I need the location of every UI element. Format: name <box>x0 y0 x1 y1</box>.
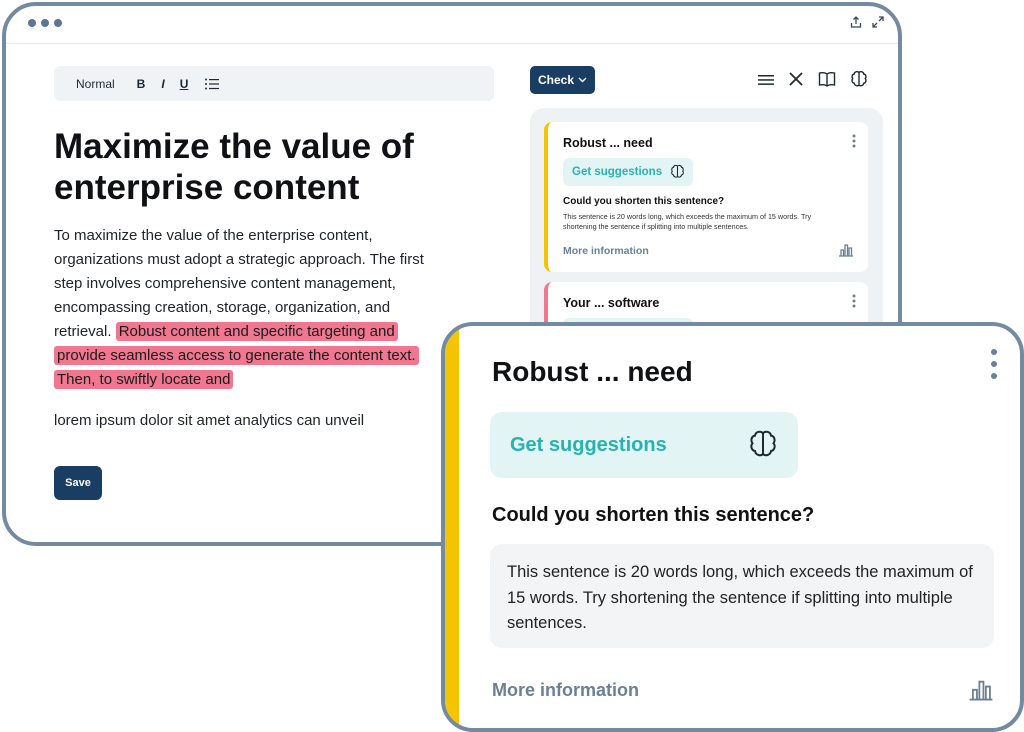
get-suggestions-button[interactable]: Get suggestions <box>563 158 693 186</box>
issue-question: Could you shorten this sentence? <box>492 504 815 526</box>
issue-title: Robust ... need <box>563 136 653 150</box>
format-toolbar: Normal B I U <box>54 66 494 101</box>
title-bar <box>6 6 898 44</box>
severity-accent <box>445 326 459 728</box>
brain-icon <box>671 164 684 178</box>
stats-button[interactable] <box>838 242 854 262</box>
close-button[interactable] <box>788 71 804 92</box>
issue-title: Robust ... need <box>492 356 693 387</box>
book-icon <box>818 72 836 87</box>
menu-icon <box>758 74 774 85</box>
document-body[interactable]: To maximize the value of the enterprise … <box>54 224 434 392</box>
kebab-icon <box>852 134 856 148</box>
panel-actions <box>758 70 868 93</box>
issue-card[interactable]: Robust ... need Get suggestions Could yo… <box>544 122 868 272</box>
expand-icon[interactable] <box>872 16 884 28</box>
check-button[interactable]: Check <box>530 66 595 94</box>
stage: Normal B I U Maximize the value of enter… <box>0 0 1024 732</box>
dot-icon <box>28 19 36 27</box>
document-title: Maximize the value of enterprise content <box>54 127 414 207</box>
underline-button[interactable]: U <box>180 66 189 101</box>
get-suggestions-button[interactable]: Get suggestions <box>490 412 798 478</box>
share-icon[interactable] <box>850 16 862 28</box>
card-options-button[interactable] <box>990 348 998 385</box>
issue-title: Your ... software <box>563 296 660 310</box>
issue-description: This sentence is 20 words long, which ex… <box>563 212 812 231</box>
get-suggestions-label: Get suggestions <box>572 166 663 178</box>
more-information-link[interactable]: More information <box>563 245 649 257</box>
card-options-button[interactable] <box>852 134 856 153</box>
chevron-down-icon <box>578 77 587 83</box>
kebab-icon <box>852 294 856 308</box>
brain-button[interactable] <box>850 70 868 93</box>
chart-icon <box>839 244 853 257</box>
book-button[interactable] <box>818 71 836 92</box>
get-suggestions-label: Get suggestions <box>510 433 667 456</box>
dot-icon <box>41 19 49 27</box>
issue-card-zoomed[interactable]: Robust ... need Get suggestions Could yo… <box>441 322 1024 732</box>
save-button[interactable]: Save <box>54 466 102 500</box>
bullet-list-button[interactable] <box>204 66 220 101</box>
kebab-icon <box>991 349 997 379</box>
card-options-button[interactable] <box>852 294 856 313</box>
paragraph-style-select[interactable]: Normal <box>76 66 115 101</box>
check-label: Check <box>537 73 575 87</box>
issue-question: Could you shorten this sentence? <box>563 196 725 207</box>
stats-button[interactable] <box>968 676 994 707</box>
more-information-link[interactable]: More information <box>492 680 639 701</box>
issue-description: This sentence is 20 words long, which ex… <box>490 544 994 648</box>
document-paragraph: lorem ipsum dolor sit amet analytics can… <box>54 412 365 429</box>
bold-button[interactable]: B <box>137 66 146 101</box>
brain-icon <box>851 70 867 87</box>
menu-button[interactable] <box>758 73 774 91</box>
italic-button[interactable]: I <box>161 66 164 101</box>
brain-icon <box>750 430 776 457</box>
chart-icon <box>969 680 993 701</box>
close-icon <box>789 72 803 86</box>
window-menu-dots[interactable] <box>28 19 62 27</box>
list-icon <box>205 78 220 89</box>
dot-icon <box>54 19 62 27</box>
title-bar-actions <box>850 16 884 28</box>
